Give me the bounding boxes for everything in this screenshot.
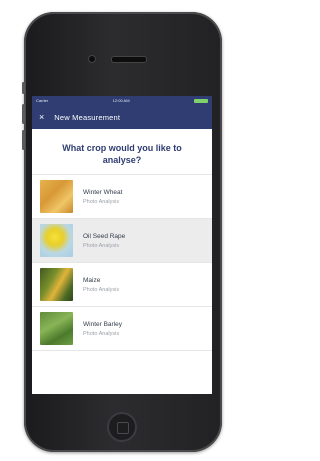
crop-question: What crop would you like to analyse? xyxy=(62,143,182,165)
crop-item-maize[interactable]: Maize Photo Analysis xyxy=(32,263,212,307)
silent-switch xyxy=(22,82,25,94)
crop-item-oil-seed-rape[interactable]: Oil Seed Rape Photo Analysis xyxy=(32,219,212,263)
volume-up-button xyxy=(22,104,25,124)
crop-name: Oil Seed Rape xyxy=(83,232,126,240)
crop-subtitle: Photo Analysis xyxy=(83,286,120,293)
crop-name: Winter Wheat xyxy=(83,188,123,196)
front-camera xyxy=(88,55,96,63)
app-screen: Carrier 12:00 AM × New Measurement What … xyxy=(32,96,212,394)
crop-list: Winter Wheat Photo Analysis Oil Seed Rap… xyxy=(32,174,212,351)
volume-down-button xyxy=(22,130,25,150)
home-button[interactable] xyxy=(107,412,137,442)
nav-bar: × New Measurement xyxy=(32,105,212,129)
crop-subtitle: Photo Analysis xyxy=(83,198,120,205)
crop-subtitle: Photo Analysis xyxy=(83,330,120,337)
crop-subtitle: Photo Analysis xyxy=(83,242,120,249)
earpiece xyxy=(111,56,147,63)
crop-item-winter-wheat[interactable]: Winter Wheat Photo Analysis xyxy=(32,175,212,219)
crop-name: Winter Barley xyxy=(83,320,123,328)
crop-item-winter-barley[interactable]: Winter Barley Photo Analysis xyxy=(32,307,212,351)
clock: 12:00 AM xyxy=(112,98,130,103)
close-icon[interactable]: × xyxy=(39,112,44,122)
winter-wheat-thumbnail xyxy=(40,180,73,213)
maize-thumbnail xyxy=(40,268,73,301)
carrier-label: Carrier xyxy=(36,98,49,103)
winter-barley-thumbnail xyxy=(40,312,73,345)
oil-seed-rape-thumbnail xyxy=(40,224,73,257)
status-bar: Carrier 12:00 AM xyxy=(32,96,212,105)
crop-name: Maize xyxy=(83,276,101,284)
battery-icon xyxy=(193,98,208,103)
nav-title: New Measurement xyxy=(54,112,121,122)
